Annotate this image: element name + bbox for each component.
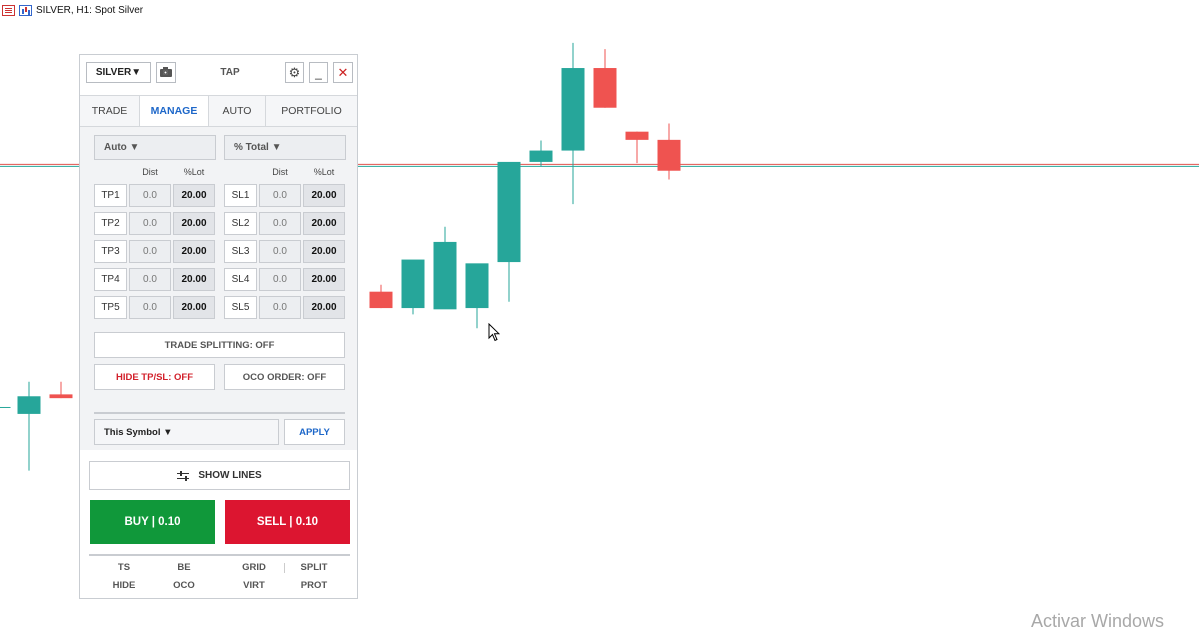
sl-lot-header: %Lot <box>313 167 335 177</box>
candle-body <box>0 406 11 408</box>
buy-button[interactable]: BUY | 0.10 <box>90 500 215 544</box>
tp-dist-input[interactable]: 0.0 <box>129 268 171 291</box>
sl-dist-input[interactable]: 0.0 <box>259 296 301 319</box>
panel-header: SILVER▼ TAP ⚙ _ ✕ <box>80 55 357 96</box>
sl-label: SL1 <box>224 184 257 207</box>
tp-dist-input[interactable]: 0.0 <box>129 212 171 235</box>
sl-lot-input[interactable]: 20.00 <box>303 184 345 207</box>
mouse-cursor-icon <box>488 323 500 342</box>
tab-portfolio[interactable]: PORTFOLIO <box>266 96 357 126</box>
manage-tab-content: Auto ▼ % Total ▼ Dist %Lot Dist %Lot TP1… <box>80 127 357 450</box>
tab-auto[interactable]: AUTO <box>209 96 266 126</box>
show-lines-label: SHOW LINES <box>198 470 262 481</box>
sl-lot-input[interactable]: 20.00 <box>303 212 345 235</box>
footer-divider <box>284 563 285 573</box>
scope-dropdown[interactable]: This Symbol ▼ <box>94 419 279 445</box>
tp-lot-input[interactable]: 20.00 <box>173 212 215 235</box>
tp-dist-header: Dist <box>142 167 158 177</box>
symbol-selector[interactable]: SILVER▼ <box>86 62 151 83</box>
tp-mode-dropdown[interactable]: Auto ▼ <box>94 135 216 160</box>
list-icon[interactable] <box>2 4 15 16</box>
sl-lot-input[interactable]: 20.00 <box>303 268 345 291</box>
virt-button[interactable]: VIRT <box>234 580 274 591</box>
show-lines-button[interactable]: SHOW LINES <box>89 461 350 490</box>
oco-button[interactable]: OCO <box>164 580 204 591</box>
trade-splitting-toggle[interactable]: TRADE SPLITTING: OFF <box>94 332 345 358</box>
hide-button[interactable]: HIDE <box>104 580 144 591</box>
sl-label: SL4 <box>224 268 257 291</box>
candle-body <box>529 150 553 162</box>
tp-label: TP5 <box>94 296 127 319</box>
sl-label: SL2 <box>224 212 257 235</box>
be-button[interactable]: BE <box>164 562 204 573</box>
candle-body <box>433 241 457 310</box>
tp-label: TP2 <box>94 212 127 235</box>
apply-button[interactable]: APPLY <box>284 419 345 445</box>
tp-lot-header: %Lot <box>183 167 205 177</box>
sl-dist-header: Dist <box>272 167 288 177</box>
candle-body <box>401 259 425 309</box>
tp-lot-input[interactable]: 20.00 <box>173 268 215 291</box>
sl-lot-input[interactable]: 20.00 <box>303 296 345 319</box>
candle-body <box>657 139 681 171</box>
tp-dist-input[interactable]: 0.0 <box>129 240 171 263</box>
sl-mode-dropdown[interactable]: % Total ▼ <box>224 135 346 160</box>
sell-button[interactable]: SELL | 0.10 <box>225 500 350 544</box>
sl-label: SL5 <box>224 296 257 319</box>
tab-trade[interactable]: TRADE <box>80 96 140 126</box>
chart-title-bar: SILVER, H1: Spot Silver <box>2 3 143 17</box>
sl-label: SL3 <box>224 240 257 263</box>
tp-dist-input[interactable]: 0.0 <box>129 184 171 207</box>
panel-title: TAP <box>220 67 240 78</box>
candle-body <box>625 131 649 140</box>
tp-dist-input[interactable]: 0.0 <box>129 296 171 319</box>
candle-body <box>369 291 393 309</box>
panel-tabs: TRADE MANAGE AUTO PORTFOLIO <box>80 96 357 127</box>
oco-order-toggle[interactable]: OCO ORDER: OFF <box>224 364 345 390</box>
prot-button[interactable]: PROT <box>294 580 334 591</box>
minimize-icon[interactable]: _ <box>309 62 328 83</box>
divider <box>89 554 350 556</box>
ts-button[interactable]: TS <box>104 562 144 573</box>
chart-title: SILVER, H1: Spot Silver <box>36 4 144 16</box>
tp-label: TP4 <box>94 268 127 291</box>
tp-lot-input[interactable]: 20.00 <box>173 184 215 207</box>
sl-lot-input[interactable]: 20.00 <box>303 240 345 263</box>
candle-body <box>593 68 617 108</box>
candle-body <box>49 394 73 399</box>
hide-tpsl-toggle[interactable]: HIDE TP/SL: OFF <box>94 364 215 390</box>
sl-dist-input[interactable]: 0.0 <box>259 212 301 235</box>
grid-button[interactable]: GRID <box>234 562 274 573</box>
sliders-icon <box>177 470 190 481</box>
camera-icon <box>160 66 172 77</box>
candle-body <box>497 161 521 263</box>
candle-body <box>561 68 585 151</box>
tab-manage[interactable]: MANAGE <box>140 96 209 126</box>
tp-lot-input[interactable]: 20.00 <box>173 240 215 263</box>
split-button[interactable]: SPLIT <box>294 562 334 573</box>
activation-watermark: Activar Windows <box>1031 611 1165 631</box>
sl-dist-input[interactable]: 0.0 <box>259 184 301 207</box>
tp-lot-input[interactable]: 20.00 <box>173 296 215 319</box>
screenshot-button[interactable] <box>156 62 176 83</box>
candle-body <box>17 396 41 414</box>
gear-icon[interactable]: ⚙ <box>285 62 304 83</box>
close-icon[interactable]: ✕ <box>333 62 353 83</box>
sl-dist-input[interactable]: 0.0 <box>259 268 301 291</box>
sl-dist-input[interactable]: 0.0 <box>259 240 301 263</box>
trade-assistant-panel: SILVER▼ TAP ⚙ _ ✕ TRADE MANAGE AUTO PORT… <box>79 54 358 599</box>
tp-label: TP3 <box>94 240 127 263</box>
candle-body <box>465 263 489 309</box>
divider <box>94 412 345 414</box>
tp-label: TP1 <box>94 184 127 207</box>
chart-icon[interactable] <box>19 4 32 16</box>
